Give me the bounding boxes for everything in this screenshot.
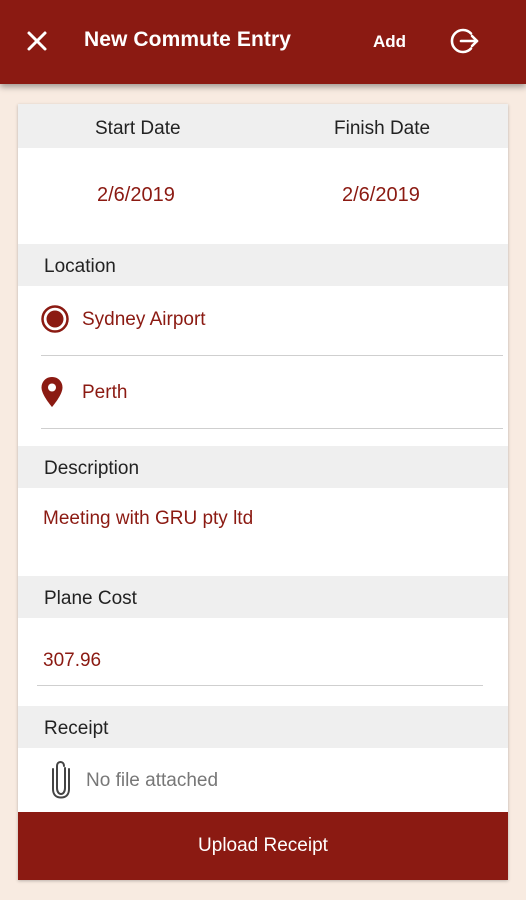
description-field[interactable]: Meeting with GRU pty ltd [43,508,253,530]
upload-receipt-label: Upload Receipt [198,835,328,856]
close-icon[interactable] [22,26,52,56]
logout-icon[interactable] [449,25,481,57]
date-values: 2/6/2019 2/6/2019 [18,104,508,244]
destination-row[interactable]: Perth [18,374,508,410]
start-date-field[interactable]: 2/6/2019 [97,184,175,207]
description-label: Description [44,458,140,479]
destination-location: Perth [82,382,128,403]
plane-cost-field[interactable]: 307.96 [43,650,101,672]
receipt-header: Receipt [18,706,508,748]
description-header: Description [18,446,508,488]
origin-location: Sydney Airport [82,309,206,330]
add-button[interactable]: Add [373,32,406,52]
paperclip-icon [52,760,70,799]
receipt-status: No file attached [86,770,219,791]
location-label: Location [44,256,116,277]
finish-date-field[interactable]: 2/6/2019 [342,184,420,207]
origin-divider [41,355,503,356]
plane-cost-label: Plane Cost [44,588,137,609]
location-header: Location [18,244,508,286]
commute-form-card: Start Date Finish Date 2/6/2019 2/6/2019… [18,104,508,880]
plane-cost-header: Plane Cost [18,576,508,618]
app-bar: New Commute Entry Add [0,0,526,84]
origin-row[interactable]: Sydney Airport [18,302,508,338]
upload-receipt-button[interactable]: Upload Receipt [18,812,508,880]
radio-origin-icon [41,305,69,333]
cost-underline [37,685,483,686]
receipt-label: Receipt [44,718,109,739]
map-pin-icon [41,377,63,407]
page-title: New Commute Entry [84,28,292,51]
destination-divider [41,428,503,429]
